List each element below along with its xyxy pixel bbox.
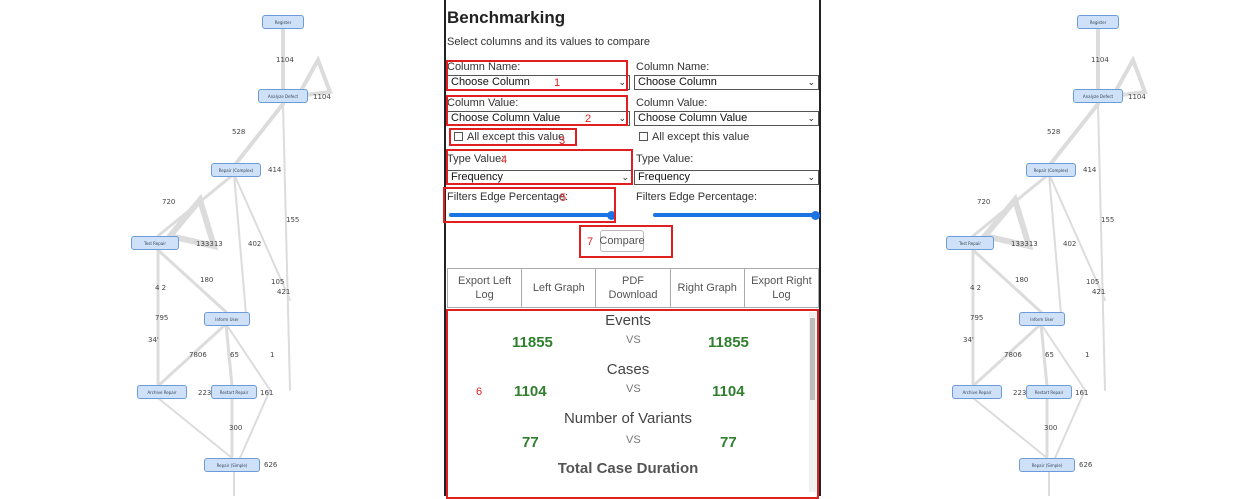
edge-label: 795 bbox=[970, 314, 984, 322]
edge-label: 414 bbox=[1083, 166, 1097, 174]
graph-node-register[interactable]: Register bbox=[1077, 15, 1119, 29]
annotation-number-7: 7 bbox=[587, 236, 594, 248]
edge-label: 180 bbox=[1015, 276, 1029, 284]
annotation-number-3: 3 bbox=[559, 135, 566, 147]
edge-label: 402 bbox=[248, 240, 262, 248]
graph-node-repair-simple[interactable]: Repair (Simple) bbox=[204, 458, 260, 472]
page-title: Benchmarking bbox=[447, 8, 566, 27]
graph-node-register[interactable]: Register bbox=[262, 15, 304, 29]
annotation-number-2: 2 bbox=[585, 113, 592, 125]
edge-label: 402 bbox=[1063, 240, 1077, 248]
edge-label: 1104 bbox=[313, 93, 331, 101]
graph-node-repair-simple[interactable]: Repair (Simple) bbox=[1019, 458, 1075, 472]
graph-node-repair-complex[interactable]: Repair (Complex) bbox=[1026, 163, 1076, 177]
export-right-log-tab[interactable]: Export Right Log bbox=[743, 268, 820, 308]
edge-label: 65 bbox=[230, 351, 239, 359]
annotation-box-1 bbox=[446, 60, 628, 91]
right-column-name-label: Column Name: bbox=[636, 61, 710, 73]
edge-label: 7806 bbox=[189, 351, 207, 359]
edge-label: 720 bbox=[162, 198, 176, 206]
annotation-number-4: 4 bbox=[501, 154, 508, 166]
chevron-down-icon: ⌄ bbox=[807, 77, 815, 87]
graph-node-test-repair[interactable]: Test Repair bbox=[131, 236, 179, 250]
right-filter-slider-track[interactable] bbox=[653, 213, 816, 217]
edge-label: 1 bbox=[1085, 351, 1090, 359]
edge-label: 421 bbox=[1092, 288, 1106, 296]
annotation-number-6: 6 bbox=[476, 386, 483, 398]
edge-label: 105 bbox=[271, 278, 285, 286]
edge-label: 421 bbox=[277, 288, 291, 296]
right-graph-tab[interactable]: Right Graph bbox=[669, 268, 744, 308]
graph-node-analyze-defect[interactable]: Analyze Defect bbox=[1073, 89, 1123, 103]
edge-label: 4 2 bbox=[155, 284, 167, 292]
annotation-number-1: 1 bbox=[554, 77, 561, 89]
right-filter-label: Filters Edge Percentage: bbox=[636, 191, 758, 203]
action-tabs: Export Left Log Left Graph PDF Download … bbox=[447, 268, 820, 308]
chevron-down-icon: ⌄ bbox=[807, 172, 815, 182]
edge-label: 105 bbox=[1086, 278, 1100, 286]
graph-node-test-repair[interactable]: Test Repair bbox=[946, 236, 994, 250]
benchmark-panel: Benchmarking Select columns and its valu… bbox=[443, 0, 820, 499]
annotation-box-3 bbox=[449, 128, 577, 146]
right-except-checkbox[interactable]: All except this value bbox=[639, 131, 749, 143]
right-column-name-select[interactable]: Choose Column ⌄ bbox=[634, 75, 819, 90]
edge-label: 133313 bbox=[1011, 240, 1038, 248]
right-type-select[interactable]: Frequency ⌄ bbox=[634, 170, 819, 185]
edge-label: 528 bbox=[232, 128, 246, 136]
edge-label: 161 bbox=[260, 389, 274, 397]
edge-label: 65 bbox=[1045, 351, 1054, 359]
export-left-log-tab[interactable]: Export Left Log bbox=[447, 268, 522, 308]
page-subtitle: Select columns and its values to compare bbox=[447, 36, 650, 48]
edge-label: 300 bbox=[1044, 424, 1058, 432]
edge-label: 626 bbox=[264, 461, 278, 469]
checkbox-icon[interactable] bbox=[639, 132, 648, 141]
edge-label: 223 bbox=[198, 389, 212, 397]
graph-node-inform-user[interactable]: Inform User bbox=[1019, 312, 1065, 326]
right-filter-slider-handle[interactable] bbox=[811, 211, 820, 220]
right-column-value-label: Column Value: bbox=[636, 97, 708, 109]
edge-label: 626 bbox=[1079, 461, 1093, 469]
edge-label: 4 2 bbox=[970, 284, 982, 292]
edge-label: 155 bbox=[1101, 216, 1115, 224]
right-column-value-select[interactable]: Choose Column Value ⌄ bbox=[634, 111, 819, 126]
edge-label: 300 bbox=[229, 424, 243, 432]
left-graph-tab[interactable]: Left Graph bbox=[521, 268, 596, 308]
graph-node-repair-complex[interactable]: Repair (Complex) bbox=[211, 163, 261, 177]
graph-node-restart-repair[interactable]: Restart Repair bbox=[211, 385, 257, 399]
annotation-box-2 bbox=[446, 95, 628, 126]
edge-label: 7806 bbox=[1004, 351, 1022, 359]
annotation-box-6 bbox=[446, 309, 819, 499]
edge-label: 795 bbox=[155, 314, 169, 322]
left-process-graph[interactable]: Register Analyze Defect Repair (Complex)… bbox=[0, 0, 444, 496]
edge-label: 34' bbox=[148, 336, 159, 344]
graph-node-archive-repair[interactable]: Archive Repair bbox=[137, 385, 187, 399]
left-graph-edges bbox=[156, 28, 333, 496]
right-process-graph[interactable]: Register Analyze Defect Repair (Complex)… bbox=[821, 0, 1257, 496]
graph-node-inform-user[interactable]: Inform User bbox=[204, 312, 250, 326]
edge-label: 1104 bbox=[1128, 93, 1146, 101]
graph-node-restart-repair[interactable]: Restart Repair bbox=[1026, 385, 1072, 399]
edge-label: 1104 bbox=[1091, 56, 1109, 64]
edge-label: 155 bbox=[286, 216, 300, 224]
annotation-box-4 bbox=[446, 149, 633, 185]
chevron-down-icon: ⌄ bbox=[807, 113, 815, 123]
edge-label: 414 bbox=[268, 166, 282, 174]
edge-label: 161 bbox=[1075, 389, 1089, 397]
pdf-download-tab[interactable]: PDF Download bbox=[595, 268, 670, 308]
right-graph-edges bbox=[971, 28, 1148, 496]
graph-node-archive-repair[interactable]: Archive Repair bbox=[952, 385, 1002, 399]
right-type-label: Type Value: bbox=[636, 153, 694, 165]
edge-label: 720 bbox=[977, 198, 991, 206]
edge-label: 133313 bbox=[196, 240, 223, 248]
edge-label: 34' bbox=[963, 336, 974, 344]
edge-label: 223 bbox=[1013, 389, 1027, 397]
edge-label: 1104 bbox=[276, 56, 294, 64]
edge-label: 528 bbox=[1047, 128, 1061, 136]
graph-node-analyze-defect[interactable]: Analyze Defect bbox=[258, 89, 308, 103]
annotation-number-5: 5 bbox=[560, 192, 567, 204]
annotation-box-5 bbox=[443, 187, 616, 223]
edge-label: 1 bbox=[270, 351, 275, 359]
edge-label: 180 bbox=[200, 276, 214, 284]
